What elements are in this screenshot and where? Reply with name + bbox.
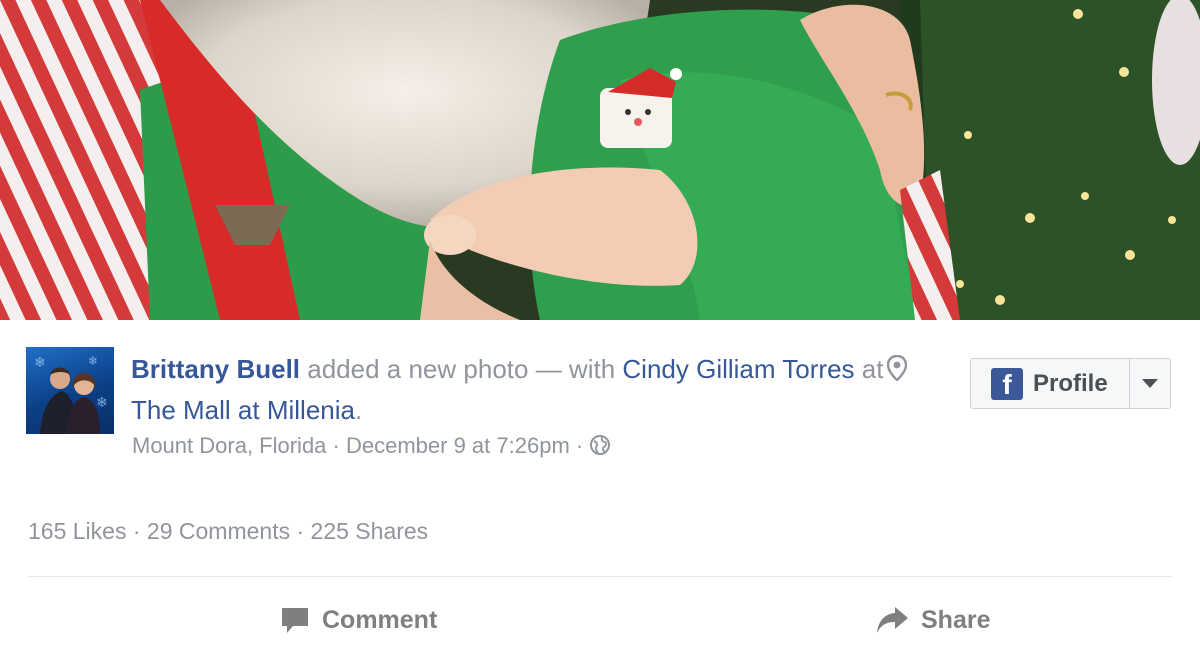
comments-count-link[interactable]: 29 Comments [147,518,290,544]
post-photo[interactable] [0,0,1200,320]
tagged-person-link[interactable]: Cindy Gilliam Torres [622,354,854,384]
chevron-down-icon [1142,379,1158,388]
post-action-text: added a new photo [307,354,529,384]
share-icon [877,607,908,633]
profile-button-group: f Profile [970,358,1171,409]
author-name-link[interactable]: Brittany Buell [131,354,300,384]
place-link[interactable]: The Mall at Millenia [131,395,355,425]
timestamp-link[interactable]: December 9 at 7:26pm [346,433,570,458]
profile-button-label: Profile [1033,369,1108,397]
location-text[interactable]: Mount Dora, Florida [132,433,326,458]
svg-text:❄: ❄ [88,354,98,368]
with-label: with [568,354,616,384]
likes-count-link[interactable]: 165 Likes [28,518,126,544]
actions-divider [28,576,1172,577]
svg-text:❄: ❄ [96,395,108,411]
post-stats: 165 Likes · 29 Comments · 225 Shares [28,518,429,544]
share-button-label: Share [921,605,991,634]
comment-icon [282,608,308,633]
svg-text:❄: ❄ [34,355,46,371]
comment-button-label: Comment [322,605,438,634]
profile-button[interactable]: f Profile [971,359,1129,408]
author-avatar[interactable]: ❄ ❄ ❄ [26,347,114,434]
shares-count-link[interactable]: 225 Shares [311,518,429,544]
globe-icon[interactable] [589,434,611,456]
share-button[interactable]: Share [875,600,990,640]
post-meta: Mount Dora, Florida · December 9 at 7:26… [132,432,611,460]
comment-button[interactable]: Comment [280,600,437,640]
avatar-image: ❄ ❄ ❄ [34,354,108,434]
at-label: at [861,354,884,384]
photo-image [0,0,1200,320]
post-headline: Brittany Buell added a new photo — with … [131,349,931,431]
profile-dropdown-button[interactable] [1129,359,1170,408]
location-pin-icon [887,355,908,381]
facebook-icon: f [991,367,1023,400]
